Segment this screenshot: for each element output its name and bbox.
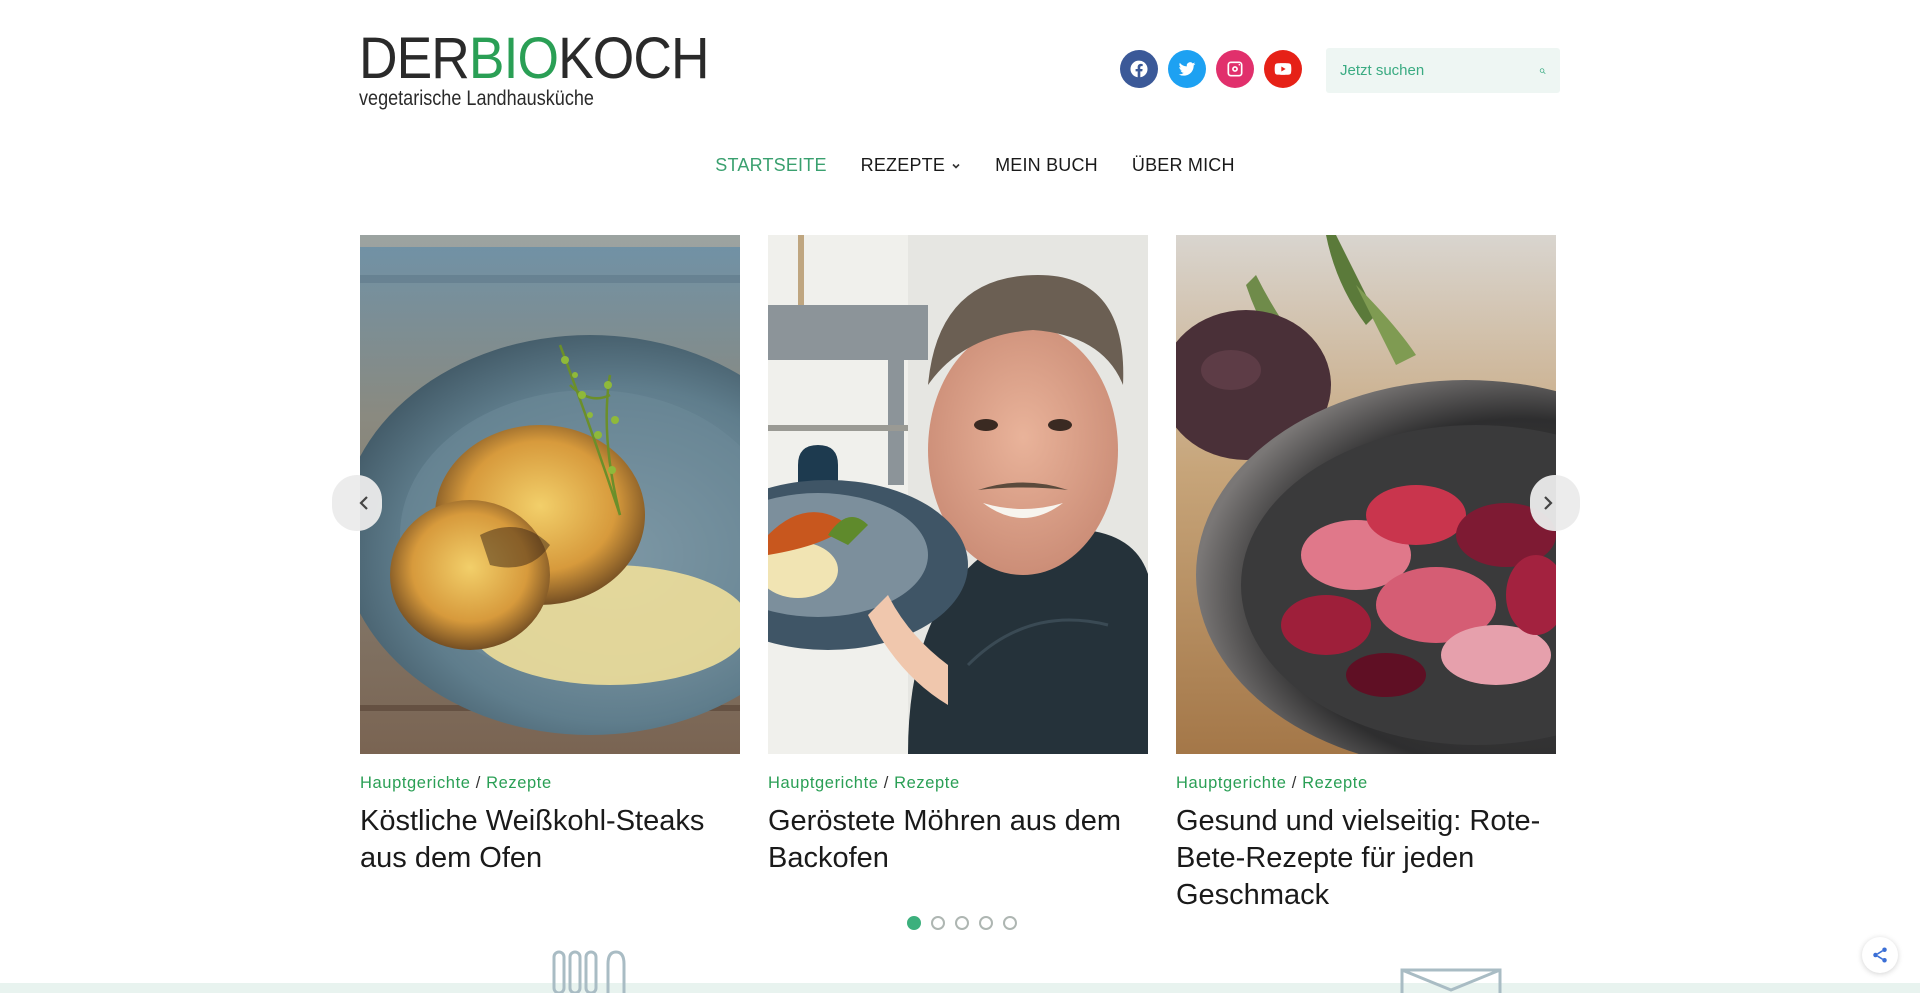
post-categories: Hauptgerichte / Rezepte [360,774,740,793]
post-categories: Hauptgerichte / Rezepte [1176,774,1556,793]
instagram-link[interactable] [1216,50,1254,88]
carousel-card: Hauptgerichte / Rezepte Gesund und viels… [1176,235,1556,914]
twitter-link[interactable] [1168,50,1206,88]
facebook-link[interactable] [1120,50,1158,88]
search-input[interactable] [1340,62,1539,79]
category-link-rezepte[interactable]: Rezepte [486,774,552,792]
cabbage-steak-photo [360,235,740,754]
share-button[interactable] [1862,937,1898,973]
logo-text-der: DER [359,26,470,91]
youtube-icon [1274,63,1292,75]
social-links [1120,50,1302,88]
carousel-dot[interactable] [978,916,993,930]
carousel-dot[interactable] [1002,916,1017,930]
footer-band [0,983,1920,993]
post-carousel: Hauptgerichte / Rezepte Köstliche Weißko… [332,235,1580,935]
carousel-prev-button[interactable] [332,475,382,531]
logo-tagline: vegetarische Landhausküche [359,87,594,110]
mail-icon [1400,968,1502,993]
post-image-roasted-carrots[interactable] [768,235,1148,754]
twitter-icon [1178,62,1196,76]
chevron-left-icon [359,496,368,510]
search-box [1326,48,1560,93]
share-icon [1873,947,1887,963]
nav-item-mein-buch[interactable]: MEIN BUCH [995,155,1098,176]
nav-item-label: ÜBER MICH [1131,155,1235,175]
nav-item-label: STARTSEITE [715,155,827,175]
chevron-down-icon [952,163,960,169]
post-categories: Hauptgerichte / Rezepte [768,774,1148,793]
nav-item-label: MEIN BUCH [995,155,1098,175]
carousel-next-button[interactable] [1530,475,1580,531]
nav-item-ueber-mich[interactable]: ÜBER MICH [1132,155,1235,176]
category-separator: / [883,774,889,792]
post-title-link[interactable]: Köstliche Weißkohl-Steaks aus dem Ofen [360,803,740,877]
facebook-icon [1130,60,1148,78]
nav-item-rezepte[interactable]: REZEPTE [861,155,961,176]
beetroot-photo [1176,235,1556,754]
carousel-dot[interactable] [930,916,945,930]
nav-item-label: REZEPTE [860,155,946,175]
carousel-dot[interactable] [906,916,921,930]
nav-item-startseite[interactable]: STARTSEITE [715,155,826,176]
category-separator: / [1291,774,1297,792]
carousel-dot[interactable] [954,916,969,930]
carousel-card: Hauptgerichte / Rezepte Köstliche Weißko… [360,235,740,877]
main-nav: STARTSEITE REZEPTE MEIN BUCH ÜBER MICH [0,155,1920,176]
category-link-rezepte[interactable]: Rezepte [894,774,960,792]
carousel-card: Hauptgerichte / Rezepte Geröstete Möhren… [768,235,1148,877]
category-link-hauptgerichte[interactable]: Hauptgerichte [768,774,879,792]
logo-text-bio: BIO [468,26,559,91]
post-title-link[interactable]: Geröstete Möhren aus dem Backofen [768,803,1148,877]
category-separator: / [475,774,481,792]
youtube-link[interactable] [1264,50,1302,88]
chevron-right-icon [1544,496,1553,510]
carousel-pagination [0,916,1920,930]
category-link-hauptgerichte[interactable]: Hauptgerichte [1176,774,1287,792]
fork-icon [552,950,626,993]
instagram-icon [1227,61,1243,77]
logo-text-koch: KOCH [558,26,709,91]
category-link-rezepte[interactable]: Rezepte [1302,774,1368,792]
post-image-cabbage-steak[interactable] [360,235,740,754]
post-title-link[interactable]: Gesund und vielseitig: Rote-Bete-Rezepte… [1176,803,1556,914]
chef-photo [768,235,1148,754]
site-logo[interactable]: DERBIOKOCH vegetarische Landhausküche [359,30,709,111]
category-link-hauptgerichte[interactable]: Hauptgerichte [360,774,471,792]
search-icon[interactable] [1539,62,1546,80]
post-image-beetroot[interactable] [1176,235,1556,754]
